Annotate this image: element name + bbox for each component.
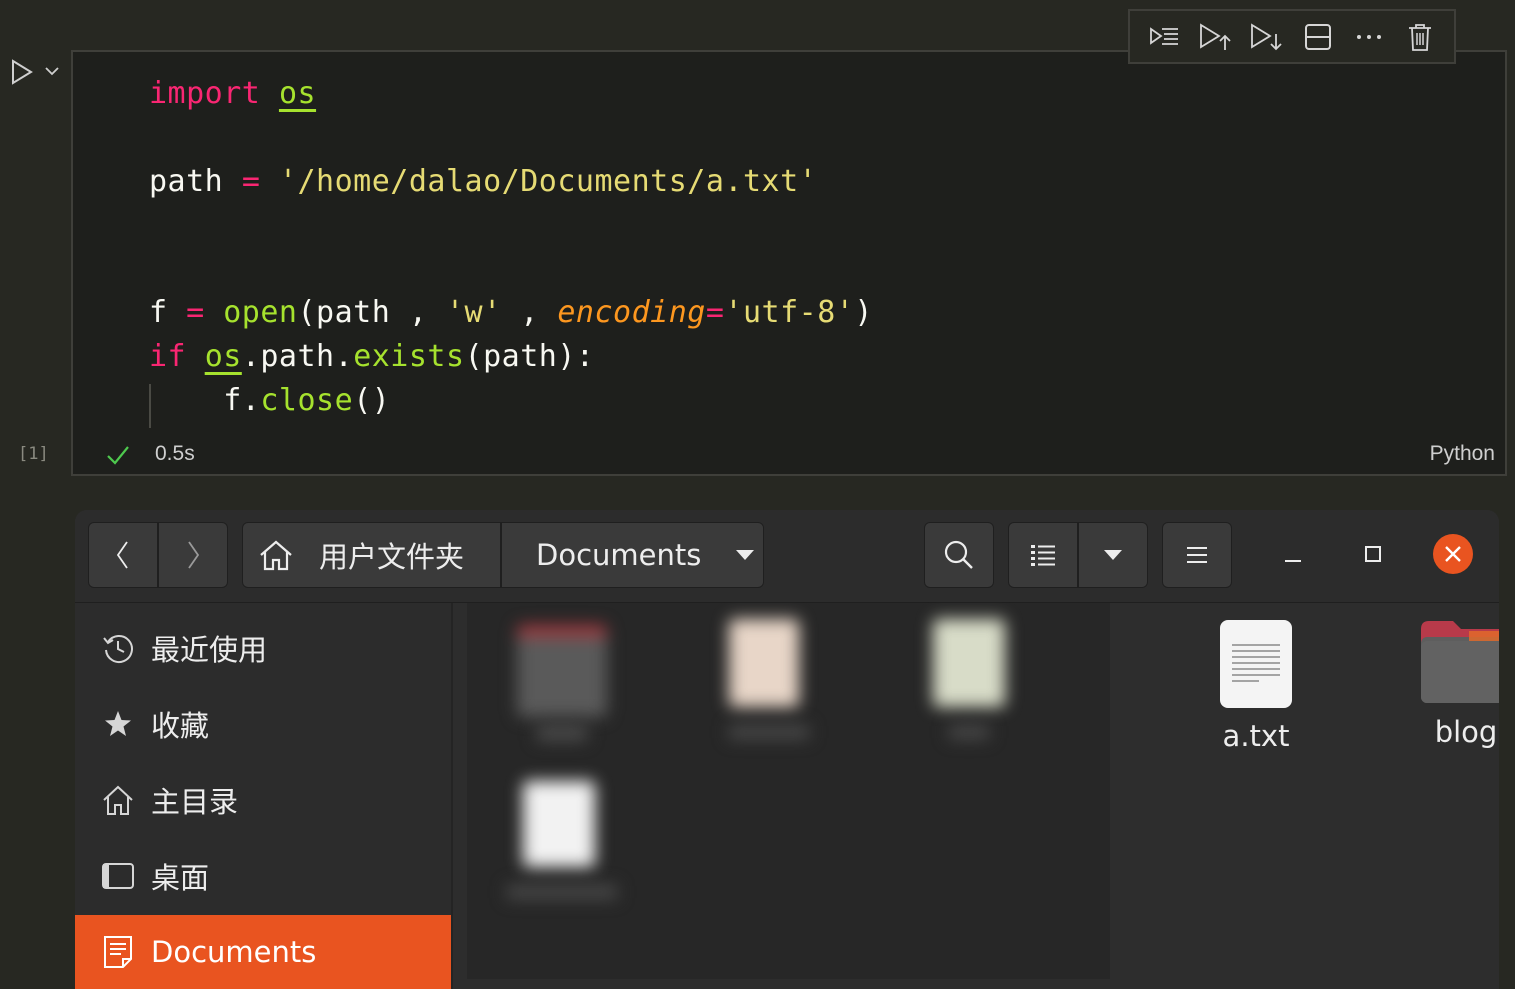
chevron-right-icon <box>188 541 200 569</box>
sidebar-item-label: 桌面 <box>151 861 210 895</box>
sidebar-item-home[interactable]: 主目录 <box>75 763 451 837</box>
home-icon <box>101 783 135 817</box>
file-item-a-txt[interactable]: a.txt <box>1171 619 1341 753</box>
search-button[interactable] <box>924 522 994 588</box>
dropdown-arrow-icon <box>736 550 755 560</box>
text-file-icon <box>1220 620 1292 708</box>
delete-cell-button[interactable] <box>1402 19 1438 55</box>
sidebar-item-desktop[interactable]: 桌面 <box>75 839 451 913</box>
code-line-1[interactable]: import os <box>149 76 316 111</box>
forward-button[interactable] <box>158 522 228 588</box>
hamburger-menu-icon <box>1187 547 1207 563</box>
file-name: a.txt <box>1222 719 1290 753</box>
success-check-icon <box>107 446 129 465</box>
sidebar-item-label: 最近使用 <box>151 633 268 667</box>
sidebar-item-label: Documents <box>151 935 317 969</box>
path-home-label: 用户文件夹 <box>319 540 465 574</box>
maximize-icon <box>1365 546 1381 562</box>
file-name: blog <box>1434 715 1498 749</box>
code-line-5[interactable]: f.close() <box>149 383 390 418</box>
execute-above-button[interactable] <box>1197 19 1233 55</box>
kernel-language[interactable]: Python <box>1430 442 1495 466</box>
minimize-button[interactable] <box>1271 532 1315 576</box>
split-cell-button[interactable] <box>1300 19 1336 55</box>
path-bar-current-folder[interactable]: Documents <box>501 522 764 588</box>
close-icon <box>1445 546 1461 562</box>
maximize-button[interactable] <box>1351 532 1395 576</box>
chevron-left-icon <box>116 541 128 569</box>
run-by-line-button[interactable] <box>1146 19 1182 55</box>
split-cell-icon <box>1304 23 1331 50</box>
code-line-2[interactable]: path = '/home/dalao/Documents/a.txt' <box>149 164 817 199</box>
execute-above-icon <box>1200 22 1231 50</box>
minimize-icon <box>1285 560 1301 562</box>
blurred-files-region <box>467 603 1110 979</box>
list-view-icon <box>1031 545 1055 566</box>
folder-icon <box>1421 621 1499 703</box>
sidebar: 最近使用 收藏 主目录 桌面 Documents <box>75 603 453 989</box>
desktop-icon <box>101 859 135 893</box>
clock-icon <box>101 631 135 665</box>
sidebar-item-label: 主目录 <box>151 785 239 819</box>
sidebar-item-starred[interactable]: 收藏 <box>75 687 451 761</box>
sidebar-item-recent[interactable]: 最近使用 <box>75 611 451 685</box>
more-icon <box>1356 34 1381 39</box>
file-item-blog[interactable]: blog <box>1381 619 1499 749</box>
close-button[interactable] <box>1433 534 1473 574</box>
list-view-button[interactable] <box>1008 522 1078 588</box>
home-icon <box>260 540 292 571</box>
path-current-label: Documents <box>536 538 702 572</box>
main-menu-button[interactable] <box>1162 522 1232 588</box>
cell-toolbar <box>1128 9 1456 64</box>
file-grid[interactable]: a.txt blog <box>453 603 1499 989</box>
code-cell[interactable]: import os path = '/home/dalao/Documents/… <box>71 50 1507 476</box>
document-icon <box>101 935 135 969</box>
file-manager-window: 用户文件夹 Documents 最近使用 收藏 主目录 桌面 Documents… <box>75 510 1499 989</box>
execute-below-button[interactable] <box>1248 19 1284 55</box>
code-line-3[interactable]: f = open(path , 'w' , encoding='utf-8') <box>149 295 873 330</box>
execute-below-icon <box>1251 22 1282 50</box>
execution-count: [1] <box>18 444 49 464</box>
sidebar-item-label: 收藏 <box>151 709 210 743</box>
search-icon <box>944 540 973 569</box>
view-options-button[interactable] <box>1078 522 1148 588</box>
sidebar-item-documents[interactable]: Documents <box>75 915 451 989</box>
header-bar: 用户文件夹 Documents <box>75 510 1499 603</box>
back-button[interactable] <box>88 522 158 588</box>
code-line-4[interactable]: if os.path.exists(path): <box>149 339 595 374</box>
run-by-line-icon <box>1149 26 1178 45</box>
star-icon <box>101 707 135 741</box>
execution-time: 0.5s <box>155 442 195 465</box>
path-bar-home[interactable]: 用户文件夹 <box>242 522 501 588</box>
run-cell-icon[interactable] <box>8 58 36 86</box>
chevron-down-icon[interactable] <box>44 64 60 78</box>
dropdown-arrow-icon <box>1104 550 1122 560</box>
delete-icon <box>1409 23 1432 51</box>
more-actions-button[interactable] <box>1351 19 1387 55</box>
